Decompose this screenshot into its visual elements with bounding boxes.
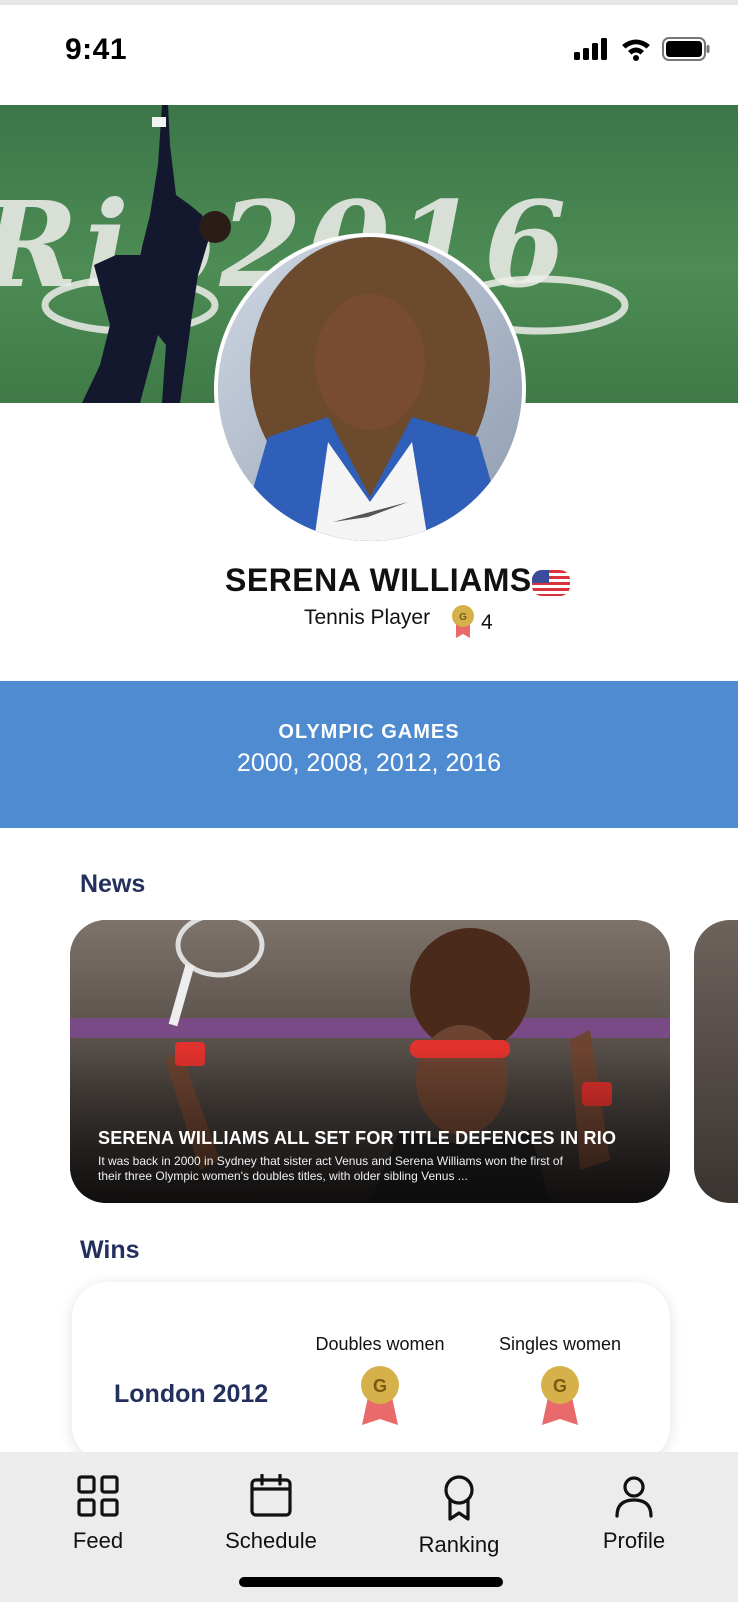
status-icons: [574, 37, 710, 61]
wins-column-singles: Singles women G: [480, 1334, 640, 1427]
athlete-name: SERENA WILLIAMS: [225, 562, 532, 598]
news-card-next-preview[interactable]: [694, 920, 738, 1203]
medal-letter: G: [459, 612, 467, 623]
medal-letter: G: [373, 1376, 387, 1396]
news-card[interactable]: SERENA WILLIAMS ALL SET FOR TITLE DEFENC…: [70, 920, 670, 1203]
banner-years: 2000, 2008, 2012, 2016: [236, 749, 502, 777]
wins-column-label: Singles women: [498, 1334, 622, 1354]
olympic-games-banner: OLYMPIC GAMES 2000, 2008, 2012, 2016: [0, 681, 738, 828]
profile-avatar: [214, 233, 526, 545]
status-time: 9:41: [65, 33, 128, 66]
profile-name-row: SERENA WILLIAMS: [0, 562, 738, 602]
wifi-icon: [622, 39, 650, 61]
news-heading: News: [80, 870, 146, 898]
tab-profile[interactable]: Profile: [564, 1474, 704, 1554]
tab-label: Profile: [602, 1528, 666, 1553]
avatar-portrait-graphic: [218, 237, 522, 541]
news-excerpt: It was back in 2000 in Sydney that siste…: [98, 1154, 563, 1183]
person-icon: [615, 1476, 653, 1518]
athlete-role: Tennis Player: [304, 606, 431, 629]
home-indicator[interactable]: [239, 1577, 503, 1587]
tab-label: Feed: [72, 1528, 124, 1553]
wins-event-name: London 2012: [114, 1380, 269, 1408]
gold-medal-icon: G: [541, 1366, 579, 1425]
wins-heading: Wins: [80, 1236, 140, 1264]
wins-card: London 2012 Doubles women G Singles wome…: [72, 1282, 670, 1462]
status-bar: 9:41: [0, 5, 738, 105]
gold-medal-icon: G: [452, 605, 474, 638]
wins-column-label: Doubles women: [315, 1334, 445, 1354]
cellular-signal-icon: [574, 38, 607, 60]
grid-icon: [77, 1475, 119, 1517]
tab-label: Ranking: [418, 1532, 500, 1557]
us-flag-icon: [532, 570, 570, 596]
calendar-icon: [250, 1474, 292, 1517]
medal-count: 4: [481, 611, 493, 634]
news-title: SERENA WILLIAMS ALL SET FOR TITLE DEFENC…: [98, 1128, 617, 1148]
tab-ranking[interactable]: Ranking: [389, 1474, 529, 1558]
profile-subtitle-row: Tennis Player G 4: [0, 604, 738, 640]
tab-schedule[interactable]: Schedule: [201, 1474, 341, 1554]
tab-feed[interactable]: Feed: [28, 1474, 168, 1554]
battery-icon: [662, 37, 710, 61]
ranking-medal-icon: [444, 1475, 474, 1521]
medal-letter: G: [553, 1376, 567, 1396]
tab-label: Schedule: [225, 1528, 317, 1553]
gold-medal-icon: G: [361, 1366, 399, 1425]
banner-title: OLYMPIC GAMES: [278, 721, 460, 743]
wins-column-doubles: Doubles women G: [300, 1334, 460, 1427]
